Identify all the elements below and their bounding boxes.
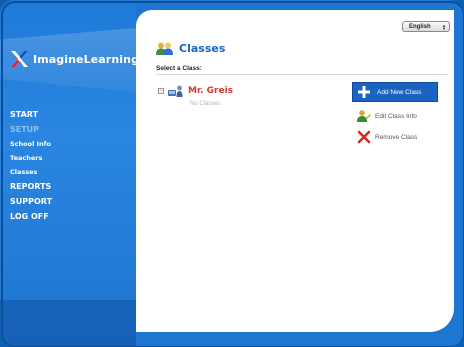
nav-item-school-info[interactable]: School Info <box>10 140 130 149</box>
plus-icon <box>358 86 370 98</box>
edit-class-info-label: Edit Class Info <box>375 112 417 120</box>
sidebar-nav: START SETUP School Info Teachers Classes… <box>10 110 130 227</box>
remove-x-icon <box>357 130 371 144</box>
people-icon <box>156 42 173 55</box>
add-new-class-button[interactable]: Add New Class <box>352 82 438 102</box>
edit-class-info-button[interactable]: Edit Class Info <box>352 109 440 123</box>
nav-item-log-off[interactable]: LOG OFF <box>10 212 130 222</box>
sidebar-footer-band <box>0 300 136 347</box>
nav-item-teachers[interactable]: Teachers <box>10 154 130 163</box>
language-select[interactable]: English ▲ ▼ <box>402 21 450 32</box>
nav-item-classes[interactable]: Classes <box>10 168 130 177</box>
logo-mark-icon <box>11 51 28 67</box>
select-arrows-icon: ▲ ▼ <box>442 22 446 31</box>
teacher-tree-row: − Mr. Greis <box>158 85 233 97</box>
class-actions: Add New Class Edit Class Info Remove Cla… <box>352 82 440 144</box>
remove-class-label: Remove Class <box>375 133 418 141</box>
main-panel: English ▲ ▼ Classes Select a Class: − Mr.… <box>136 10 454 332</box>
logo-text: ImagineLearning <box>33 52 140 66</box>
imagine-learning-logo[interactable]: ImagineLearning <box>8 48 139 70</box>
remove-class-button[interactable]: Remove Class <box>352 130 440 144</box>
sidebar: ImagineLearning START SETUP School Info … <box>0 0 139 347</box>
page-title-text: Classes <box>179 42 226 55</box>
teacher-desk-icon <box>168 85 183 97</box>
nav-item-reports[interactable]: REPORTS <box>10 182 130 192</box>
divider <box>156 74 448 75</box>
edit-user-icon <box>357 110 371 122</box>
teacher-name[interactable]: Mr. Greis <box>188 86 233 96</box>
expand-toggle-icon[interactable]: − <box>158 88 164 94</box>
select-class-label: Select a Class: <box>156 65 202 72</box>
add-new-class-label: Add New Class <box>377 88 422 96</box>
nav-item-start[interactable]: START <box>10 110 130 120</box>
nav-item-support[interactable]: SUPPORT <box>10 197 130 207</box>
nav-item-setup[interactable]: SETUP <box>10 125 130 135</box>
language-select-value: English <box>409 23 431 30</box>
page-title: Classes <box>156 42 225 55</box>
no-classes-text: No Classes <box>190 101 221 107</box>
app-frame: ImagineLearning START SETUP School Info … <box>0 0 464 347</box>
